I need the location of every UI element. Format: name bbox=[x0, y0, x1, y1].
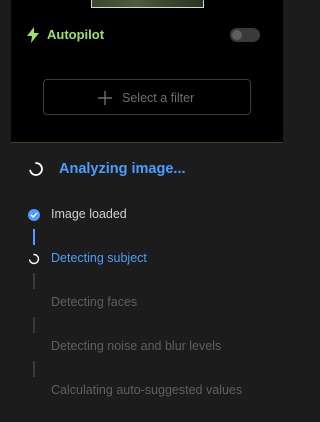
step-detecting-subject: Detecting subject bbox=[11, 248, 283, 268]
autopilot-toggle[interactable] bbox=[230, 28, 260, 42]
select-filter-label: Select a filter bbox=[122, 91, 195, 105]
step-detecting-faces: Detecting faces bbox=[11, 292, 283, 312]
step-label: Detecting faces bbox=[51, 295, 138, 309]
select-filter-button[interactable]: Select a filter bbox=[43, 79, 251, 115]
step-label: Image loaded bbox=[51, 207, 127, 221]
loading-spinner-icon bbox=[28, 252, 40, 265]
check-circle-icon bbox=[28, 208, 40, 221]
step-label: Detecting subject bbox=[51, 251, 147, 265]
lightning-bolt-icon bbox=[26, 27, 40, 43]
step-calculating-values: Calculating auto-suggested values bbox=[11, 380, 283, 400]
step-detecting-noise-blur: Detecting noise and blur levels bbox=[11, 336, 283, 356]
step-label: Detecting noise and blur levels bbox=[51, 339, 222, 353]
step-connector bbox=[33, 317, 35, 333]
image-thumbnail[interactable] bbox=[91, 0, 204, 8]
loading-spinner-icon bbox=[28, 161, 44, 177]
autopilot-row: Autopilot bbox=[11, 22, 283, 48]
analysis-panel: Analyzing image... Image loaded Detectin… bbox=[11, 144, 283, 422]
step-label: Calculating auto-suggested values bbox=[51, 383, 243, 397]
plus-icon bbox=[97, 90, 113, 106]
step-connector bbox=[33, 273, 35, 289]
analysis-title: Analyzing image... bbox=[59, 161, 186, 177]
toggle-knob bbox=[232, 30, 242, 40]
autopilot-panel: Autopilot Select a filter bbox=[11, 0, 283, 143]
step-connector bbox=[33, 229, 35, 245]
step-connector bbox=[33, 361, 35, 377]
step-image-loaded: Image loaded bbox=[11, 204, 283, 224]
autopilot-label: Autopilot bbox=[47, 27, 105, 42]
